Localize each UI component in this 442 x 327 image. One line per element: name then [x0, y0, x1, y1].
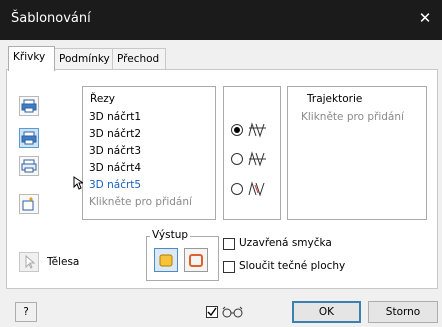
- closed-loop-checkbox[interactable]: [223, 238, 235, 250]
- point-mapping-tool-button[interactable]: [19, 194, 39, 214]
- glasses-icon: [222, 306, 243, 318]
- preview-checkbox[interactable]: [206, 306, 218, 318]
- bodies-label: Tělesa: [47, 256, 80, 268]
- output-label: Výstup: [150, 229, 191, 241]
- center-line-radio[interactable]: [231, 153, 243, 165]
- sections-add-hint[interactable]: Klikněte pro přidání: [89, 194, 192, 210]
- cancel-button[interactable]: Storno: [368, 301, 438, 323]
- area-loft-icon: [248, 181, 265, 197]
- merge-tangent-checkbox[interactable]: [223, 261, 235, 273]
- help-icon: ?: [23, 306, 29, 318]
- tab-conditions[interactable]: Podmínky: [54, 48, 114, 70]
- printer-icon: [21, 159, 37, 173]
- list-item[interactable]: 3D náčrt3: [89, 143, 141, 159]
- ok-button[interactable]: OK: [292, 301, 361, 323]
- loft-dialog: Šablonování ✕ Křivky Podmínky Přechod Ře…: [0, 0, 442, 327]
- surface-output-button[interactable]: [184, 248, 208, 272]
- add-point-icon: [22, 197, 34, 211]
- closed-loop-label: Uzavřená smyčka: [239, 237, 332, 249]
- mouse-cursor-icon: [73, 176, 83, 190]
- bodies-select-button[interactable]: [19, 252, 39, 272]
- list-item-highlighted[interactable]: 3D náčrt5: [89, 177, 141, 193]
- title-bar: Šablonování ✕: [0, 0, 442, 40]
- rails-radio[interactable]: [231, 124, 243, 136]
- arrow-cursor-icon: [25, 254, 36, 269]
- close-icon[interactable]: ✕: [415, 8, 435, 28]
- curves-panel: Řezy 3D náčrt1 3D náčrt2 3D náčrt3 3D ná…: [6, 69, 438, 289]
- list-item[interactable]: 3D náčrt2: [89, 126, 141, 142]
- list-item[interactable]: 3D náčrt1: [89, 109, 141, 125]
- rails-icon: [248, 122, 266, 138]
- sections-header: Řezy: [90, 93, 116, 105]
- list-item[interactable]: 3D náčrt4: [89, 160, 141, 176]
- rails-tool-button[interactable]: [19, 128, 39, 148]
- tab-curves[interactable]: Křivky: [8, 46, 55, 71]
- help-button[interactable]: ?: [15, 302, 37, 322]
- tab-transition[interactable]: Přechod: [112, 48, 166, 70]
- area-loft-radio[interactable]: [231, 183, 243, 195]
- rails-add-hint[interactable]: Klikněte pro přidání: [301, 109, 404, 125]
- dialog-title: Šablonování: [11, 11, 91, 26]
- rails-header: Trajektorie: [307, 93, 363, 105]
- loft-mode-group: [223, 86, 281, 220]
- printer-icon: [21, 99, 37, 113]
- surface-icon: [189, 254, 203, 267]
- sections-list[interactable]: Řezy 3D náčrt1 3D náčrt2 3D náčrt3 3D ná…: [82, 86, 216, 220]
- solid-icon: [159, 254, 173, 267]
- checkmark-icon: [207, 307, 217, 317]
- solid-output-button[interactable]: [154, 248, 178, 272]
- printer-icon: [21, 131, 37, 145]
- merge-tangent-label: Sloučit tečné plochy: [239, 260, 346, 272]
- center-line-icon: [248, 151, 266, 167]
- center-line-tool-button[interactable]: [19, 156, 39, 176]
- rails-list[interactable]: Trajektorie Klikněte pro přidání: [287, 86, 427, 220]
- sections-tool-button[interactable]: [19, 96, 39, 116]
